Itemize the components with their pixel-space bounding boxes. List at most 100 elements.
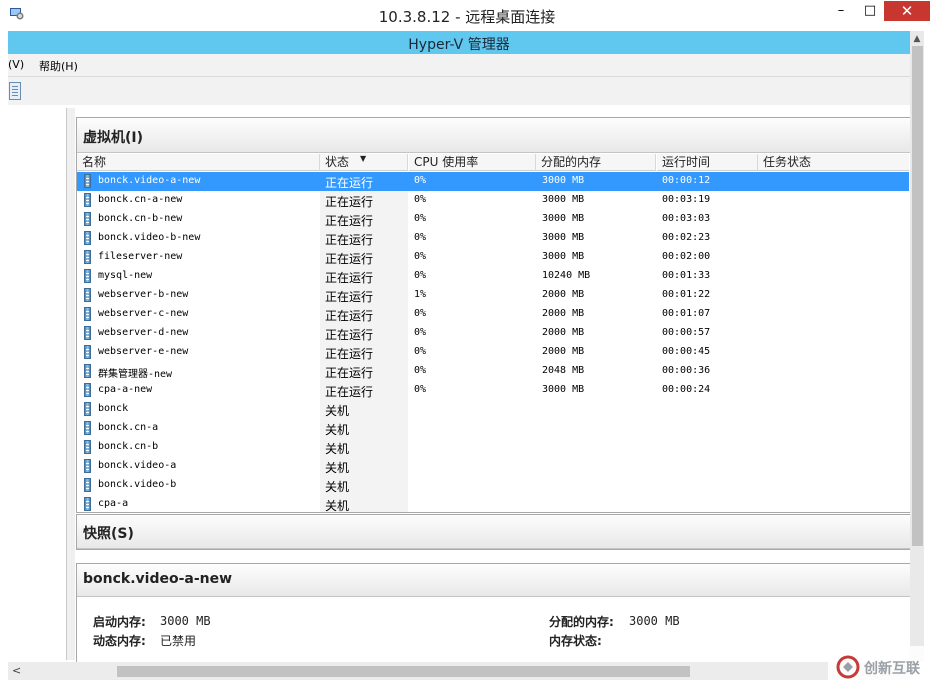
vm-cpu: 1% [414,289,427,300]
vm-memory: 2000 MB [542,289,585,300]
vm-memory: 2048 MB [542,365,585,376]
vm-state: 关机 [325,499,350,513]
startup-memory-value: 3000 MB [160,614,211,628]
scroll-left-arrow-icon[interactable]: < [12,664,21,677]
vm-name: bonck.cn-b-new [98,213,183,224]
vm-state: 正在运行 [325,309,374,323]
virtual-machine-icon [84,478,91,492]
virtual-machine-icon [84,345,91,359]
vm-uptime: 00:01:22 [662,289,711,300]
vm-uptime: 00:02:23 [662,232,711,243]
vm-state: 关机 [325,423,350,437]
vm-row[interactable]: bonck.cn-a-new 正在运行 0% 3000 MB 00:03:19 [77,191,909,210]
vm-memory: 3000 MB [542,194,585,205]
vm-state: 关机 [325,442,350,456]
vertical-scroll-thumb[interactable] [912,46,923,546]
vm-row[interactable]: bonck.cn-a 关机 [77,419,909,438]
vm-memory: 2000 MB [542,327,585,338]
vm-row[interactable]: mysql-new 正在运行 0% 10240 MB 00:01:33 [77,267,909,286]
pane-splitter[interactable] [67,108,75,660]
vm-cpu: 0% [414,175,427,186]
vm-row[interactable]: bonck.video-b-new 正在运行 0% 3000 MB 00:02:23 [77,229,909,248]
column-header-memory[interactable]: 分配的内存 [536,154,656,171]
vm-cpu: 0% [414,365,427,376]
vm-name: bonck.video-a-new [98,175,201,186]
vm-state: 正在运行 [325,290,374,304]
vm-row[interactable]: webserver-b-new 正在运行 1% 2000 MB 00:01:22 [77,286,909,305]
vm-name: bonck.video-b-new [98,232,201,243]
vm-name: mysql-new [98,270,153,281]
vm-panel-title: 虚拟机(I) [83,130,144,146]
vm-name: 群集管理器-new [98,369,173,380]
virtual-machine-icon [84,231,91,245]
vm-cpu: 0% [414,232,427,243]
vm-row[interactable]: webserver-e-new 正在运行 0% 2000 MB 00:00:45 [77,343,909,362]
minimize-button[interactable]: – [826,2,856,20]
navigation-tree-pane[interactable] [8,108,67,660]
details-panel-header[interactable]: bonck.video-a-new [77,564,911,597]
virtual-machine-icon [84,440,91,454]
vm-cpu: 0% [414,270,427,281]
vm-memory: 3000 MB [542,232,585,243]
vm-state: 正在运行 [325,385,374,399]
vm-row[interactable]: bonck.cn-b-new 正在运行 0% 3000 MB 00:03:03 [77,210,909,229]
column-header-cpu[interactable]: CPU 使用率 [409,154,536,171]
vm-row[interactable]: webserver-d-new 正在运行 0% 2000 MB 00:00:57 [77,324,909,343]
startup-memory-label: 启动内存: [93,615,146,629]
maximize-button[interactable]: □ [855,2,885,20]
vm-uptime: 00:01:33 [662,270,711,281]
vm-row[interactable]: bonck.video-b 关机 [77,476,909,495]
snapshots-panel: 快照(S) [76,514,912,550]
vm-row[interactable]: webserver-c-new 正在运行 0% 2000 MB 00:01:07 [77,305,909,324]
vm-state: 正在运行 [325,347,374,361]
rdp-window-title: 10.3.8.12 - 远程桌面连接 [378,8,556,26]
vm-row[interactable]: bonck.video-a-new 正在运行 0% 3000 MB 00:00:12 [77,172,909,191]
snapshot-panel-title: 快照(S) [83,526,134,542]
snapshot-panel-header[interactable]: 快照(S) [77,515,911,549]
virtual-machine-icon [84,212,91,226]
vm-state: 正在运行 [325,252,374,266]
properties-icon[interactable] [9,82,21,100]
column-header-task-status[interactable]: 任务状态 [758,154,909,171]
vm-row[interactable]: bonck.video-a 关机 [77,457,909,476]
vm-name: cpa-a [98,498,129,509]
vm-row[interactable]: bonck 关机 [77,400,909,419]
vm-state: 正在运行 [325,176,374,190]
assigned-memory-value: 3000 MB [629,614,680,628]
vm-memory: 10240 MB [542,270,591,281]
hyperv-title-bar[interactable]: Hyper-V 管理器 [8,31,910,54]
vm-state: 正在运行 [325,195,374,209]
vm-memory: 2000 MB [542,346,585,357]
column-header-uptime[interactable]: 运行时间 [657,154,758,171]
virtual-machine-icon [84,364,91,378]
vm-state: 正在运行 [325,233,374,247]
assigned-memory-label: 分配的内存: [549,615,614,629]
menu-help[interactable]: 帮助(H) [39,58,78,74]
vm-name: bonck.cn-a [98,422,159,433]
vm-uptime: 00:02:00 [662,251,711,262]
column-header-name[interactable]: 名称 [77,154,320,171]
vm-uptime: 00:00:36 [662,365,711,376]
vm-row[interactable]: cpa-a-new 正在运行 0% 3000 MB 00:00:24 [77,381,909,400]
details-vm-name: bonck.video-a-new [83,571,233,587]
vm-name: bonck [98,403,129,414]
vm-row[interactable]: cpa-a 关机 [77,495,909,514]
rdp-title-bar[interactable]: 10.3.8.12 - 远程桌面连接 – □ ✕ [0,0,934,30]
virtual-machine-icon [84,193,91,207]
virtual-machine-icon [84,250,91,264]
menu-view[interactable]: (V) [8,58,24,71]
vm-state: 正在运行 [325,214,374,228]
vm-row[interactable]: bonck.cn-b 关机 [77,438,909,457]
vm-row[interactable]: fileserver-new 正在运行 0% 3000 MB 00:02:00 [77,248,909,267]
column-header-state[interactable]: 状态 ▼ [320,154,408,171]
sort-descending-icon: ▼ [360,154,367,163]
scroll-up-arrow-icon[interactable]: ▲ [910,33,924,45]
close-button[interactable]: ✕ [884,1,930,21]
vm-cpu: 0% [414,308,427,319]
vm-cpu: 0% [414,194,427,205]
vm-cpu: 0% [414,327,427,338]
horizontal-scroll-thumb[interactable] [117,666,690,677]
vm-row[interactable]: 群集管理器-new 正在运行 0% 2048 MB 00:00:36 [77,362,909,381]
vm-panel-header[interactable]: 虚拟机(I) [77,118,911,153]
virtual-machine-icon [84,459,91,473]
